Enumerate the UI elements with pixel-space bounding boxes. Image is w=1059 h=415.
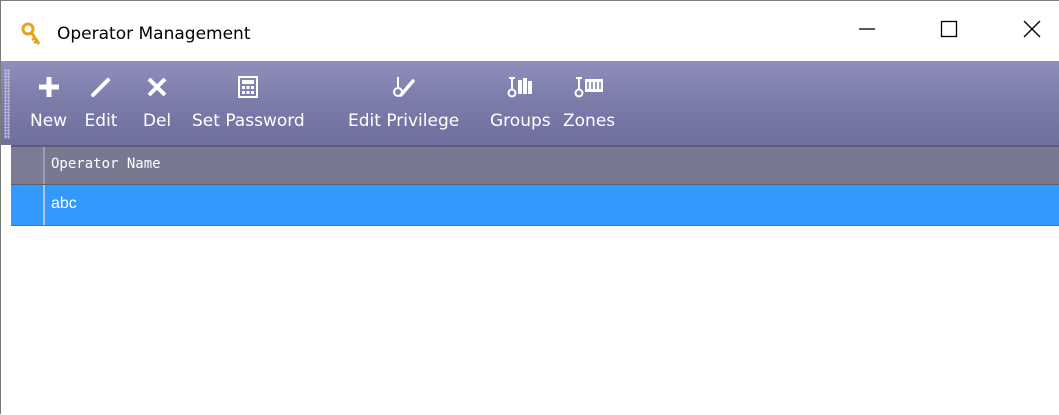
toolbar-grip[interactable] <box>4 69 10 139</box>
plus-icon <box>31 69 67 105</box>
new-button[interactable]: New <box>30 65 67 141</box>
zones-icon <box>571 69 607 105</box>
close-button[interactable] <box>1004 1 1059 61</box>
row-indicator[interactable] <box>11 185 45 225</box>
zones-label: Zones <box>563 111 616 131</box>
set-password-button[interactable]: Set Password <box>192 65 305 141</box>
table-row[interactable]: abc <box>11 185 1059 226</box>
pencil-icon <box>83 69 119 105</box>
row-indicator-header[interactable] <box>11 147 45 184</box>
title-bar[interactable]: Operator Management <box>1 1 1059 61</box>
groups-icon <box>502 69 538 105</box>
x-icon <box>139 69 175 105</box>
new-label: New <box>30 111 68 131</box>
maximize-button[interactable] <box>921 1 977 61</box>
window-title: Operator Management <box>57 24 251 44</box>
set-password-label: Set Password <box>192 111 305 131</box>
operator-grid: Operator Name abc <box>11 145 1059 415</box>
minimize-button[interactable] <box>839 1 895 61</box>
del-label: Del <box>142 111 172 131</box>
edit-privilege-label: Edit Privilege <box>348 111 460 131</box>
minimize-icon <box>858 20 876 42</box>
edit-button[interactable]: Edit <box>83 65 119 141</box>
operator-management-window: Operator Management New Edit Del Set Pas… <box>0 0 1059 415</box>
toolbar: New Edit Del Set Password Edit Privilege… <box>1 61 1059 145</box>
maximize-icon <box>940 20 958 42</box>
operator-name-cell[interactable]: abc <box>51 195 77 213</box>
groups-button[interactable]: Groups <box>490 65 551 141</box>
close-icon <box>1023 20 1041 42</box>
key-pen-icon <box>386 69 422 105</box>
column-header-operator-name[interactable]: Operator Name <box>51 156 161 172</box>
calculator-icon <box>230 69 266 105</box>
delete-button[interactable]: Del <box>139 65 175 141</box>
groups-label: Groups <box>490 111 551 131</box>
grid-header: Operator Name <box>11 147 1059 185</box>
zones-button[interactable]: Zones <box>563 65 615 141</box>
key-icon <box>21 22 41 46</box>
edit-privilege-button[interactable]: Edit Privilege <box>348 65 459 141</box>
edit-label: Edit <box>84 111 118 131</box>
